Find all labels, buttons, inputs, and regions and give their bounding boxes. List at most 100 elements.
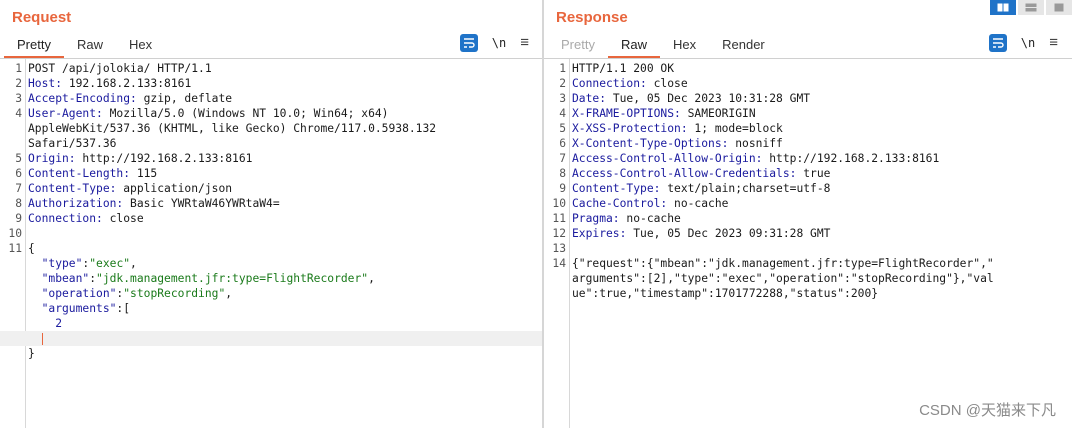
code-token: X-XSS-Protection: <box>572 122 688 135</box>
code-token: http://192.168.2.133:8161 <box>75 152 253 165</box>
line-number: 10 <box>8 227 22 240</box>
code-token: Content-Type: <box>28 182 117 195</box>
line-number: 7 <box>559 152 566 165</box>
line-number: 8 <box>15 197 22 210</box>
code-token: Host: <box>28 77 63 90</box>
line-code: Access-Control-Allow-Origin: http://192.… <box>572 151 939 166</box>
wrap-icon <box>992 38 1004 48</box>
response-editor[interactable]: 1 HTTP/1.1 200 OK 2 Connection: close 3 Date:… <box>544 58 1072 428</box>
line-code: X-FRAME-OPTIONS: SAMEORIGIN <box>572 106 756 121</box>
request-title: Request <box>12 9 72 26</box>
code-line: 6 X-Content-Type-Options: nosniff <box>544 136 1072 151</box>
code-token: nosniff <box>728 137 783 150</box>
request-lines: 1 POST /api/jolokia/ HTTP/1.1 2 Host: 192.1… <box>0 61 543 361</box>
code-token: } <box>28 347 35 360</box>
response-toolbar: \n ≡ <box>988 34 1058 52</box>
code-line: 2 Connection: close <box>544 76 1072 91</box>
tab-pretty[interactable]: Pretty <box>4 34 64 58</box>
line-number: 13 <box>552 242 566 255</box>
word-wrap-button[interactable] <box>459 34 478 52</box>
line-code: Safari/537.36 <box>28 136 116 151</box>
menu-icon[interactable]: ≡ <box>1049 35 1058 50</box>
line-code: Content-Length: 115 <box>28 166 157 181</box>
code-token: text/plain;charset=utf-8 <box>660 182 831 195</box>
line-number: 9 <box>15 212 22 225</box>
text-caret <box>41 333 43 345</box>
request-tabs: Pretty Raw Hex <box>4 34 165 58</box>
code-token: "exec" <box>89 257 131 270</box>
show-newlines-button[interactable]: \n <box>1021 36 1035 50</box>
code-line: 12 Expires: Tue, 05 Dec 2023 09:31:28 GMT <box>544 226 1072 241</box>
code-line: 5 X-XSS-Protection: 1; mode=block <box>544 121 1072 136</box>
code-token: Authorization: <box>28 197 124 210</box>
line-number: 4 <box>559 107 566 120</box>
line-code: { <box>28 241 35 256</box>
line-number: 2 <box>15 77 22 90</box>
layout-split-button[interactable] <box>990 0 1016 15</box>
code-token: X-Content-Type-Options: <box>572 137 729 150</box>
layout-rows-button[interactable] <box>1018 0 1044 15</box>
code-token: Access-Control-Allow-Credentials: <box>572 167 797 180</box>
code-line: 7 Content-Type: application/json <box>0 181 543 196</box>
tab-hex[interactable]: Hex <box>116 34 165 56</box>
menu-icon[interactable]: ≡ <box>520 35 529 50</box>
code-line: 2 Host: 192.168.2.133:8161 <box>0 76 543 91</box>
code-line: 1 HTTP/1.1 200 OK <box>544 61 1072 76</box>
code-line: 5 Origin: http://192.168.2.133:8161 <box>0 151 543 166</box>
line-number: 3 <box>559 92 566 105</box>
code-line: 1 POST /api/jolokia/ HTTP/1.1 <box>0 61 543 76</box>
request-editor[interactable]: 1 POST /api/jolokia/ HTTP/1.1 2 Host: 192.1… <box>0 58 543 428</box>
code-line: 3 Date: Tue, 05 Dec 2023 10:31:28 GMT <box>544 91 1072 106</box>
code-line <box>0 331 543 346</box>
tab-pretty[interactable]: Pretty <box>548 34 608 56</box>
code-token: "mbean" <box>28 272 90 285</box>
tab-raw[interactable]: Raw <box>64 34 116 56</box>
code-token: no-cache <box>619 212 681 225</box>
request-toolbar: \n ≡ <box>459 34 529 52</box>
line-number: 1 <box>559 62 566 75</box>
code-line: 10 Cache-Control: no-cache <box>544 196 1072 211</box>
line-code: "operation":"stopRecording", <box>28 286 232 301</box>
response-pane: Response Pretty Raw Hex Render \n ≡ 1 HTTP/1… <box>544 0 1072 428</box>
line-number: 3 <box>15 92 22 105</box>
word-wrap-button[interactable] <box>988 34 1007 52</box>
tab-render[interactable]: Render <box>709 34 778 56</box>
code-token: gzip, deflate <box>136 92 233 105</box>
code-line: arguments":[2],"type":"exec","operation"… <box>544 271 1072 286</box>
code-token: no-cache <box>667 197 729 210</box>
tab-raw[interactable]: Raw <box>607 34 660 58</box>
code-token: POST /api/jolokia/ HTTP/1.1 <box>28 62 212 75</box>
line-number: 5 <box>15 152 22 165</box>
code-token: Cache-Control: <box>572 197 668 210</box>
code-line: "arguments":[ <box>0 301 543 316</box>
tab-hex[interactable]: Hex <box>660 34 709 56</box>
line-code: Access-Control-Allow-Credentials: true <box>572 166 830 181</box>
line-number: 9 <box>559 182 566 195</box>
code-token: SAMEORIGIN <box>680 107 756 120</box>
code-line: 11 Pragma: no-cache <box>544 211 1072 226</box>
line-code: Connection: close <box>28 211 144 226</box>
request-pane: Request Pretty Raw Hex \n ≡ 1 POST /api/jol… <box>0 0 543 428</box>
code-token: Date: <box>572 92 607 105</box>
code-token: "jdk.management.jfr:type=FlightRecorder" <box>96 272 369 285</box>
code-token: Connection: <box>28 212 103 225</box>
code-token: application/json <box>116 182 233 195</box>
code-token: 192.168.2.133:8161 <box>62 77 192 90</box>
layout-single-button[interactable] <box>1046 0 1072 15</box>
line-number: 6 <box>15 167 22 180</box>
code-line: 4 X-FRAME-OPTIONS: SAMEORIGIN <box>544 106 1072 121</box>
code-token: Pragma: <box>572 212 620 225</box>
line-code: Cache-Control: no-cache <box>572 196 728 211</box>
code-token: 1; mode=block <box>687 122 783 135</box>
line-code: {"request":{"mbean":"jdk.management.jfr:… <box>572 256 994 271</box>
show-newlines-button[interactable]: \n <box>492 36 506 50</box>
code-token: {"request":{"mbean":"jdk.management.jfr:… <box>572 257 994 270</box>
line-number: 1 <box>15 62 22 75</box>
code-token: Access-Control-Allow-Origin: <box>572 152 763 165</box>
code-token: Expires: <box>572 227 627 240</box>
response-lines: 1 HTTP/1.1 200 OK 2 Connection: close 3 Date:… <box>544 61 1072 301</box>
line-number: 7 <box>15 182 22 195</box>
code-token: Accept-Encoding: <box>28 92 137 105</box>
code-line: } <box>0 346 543 361</box>
code-token: , <box>225 287 233 300</box>
